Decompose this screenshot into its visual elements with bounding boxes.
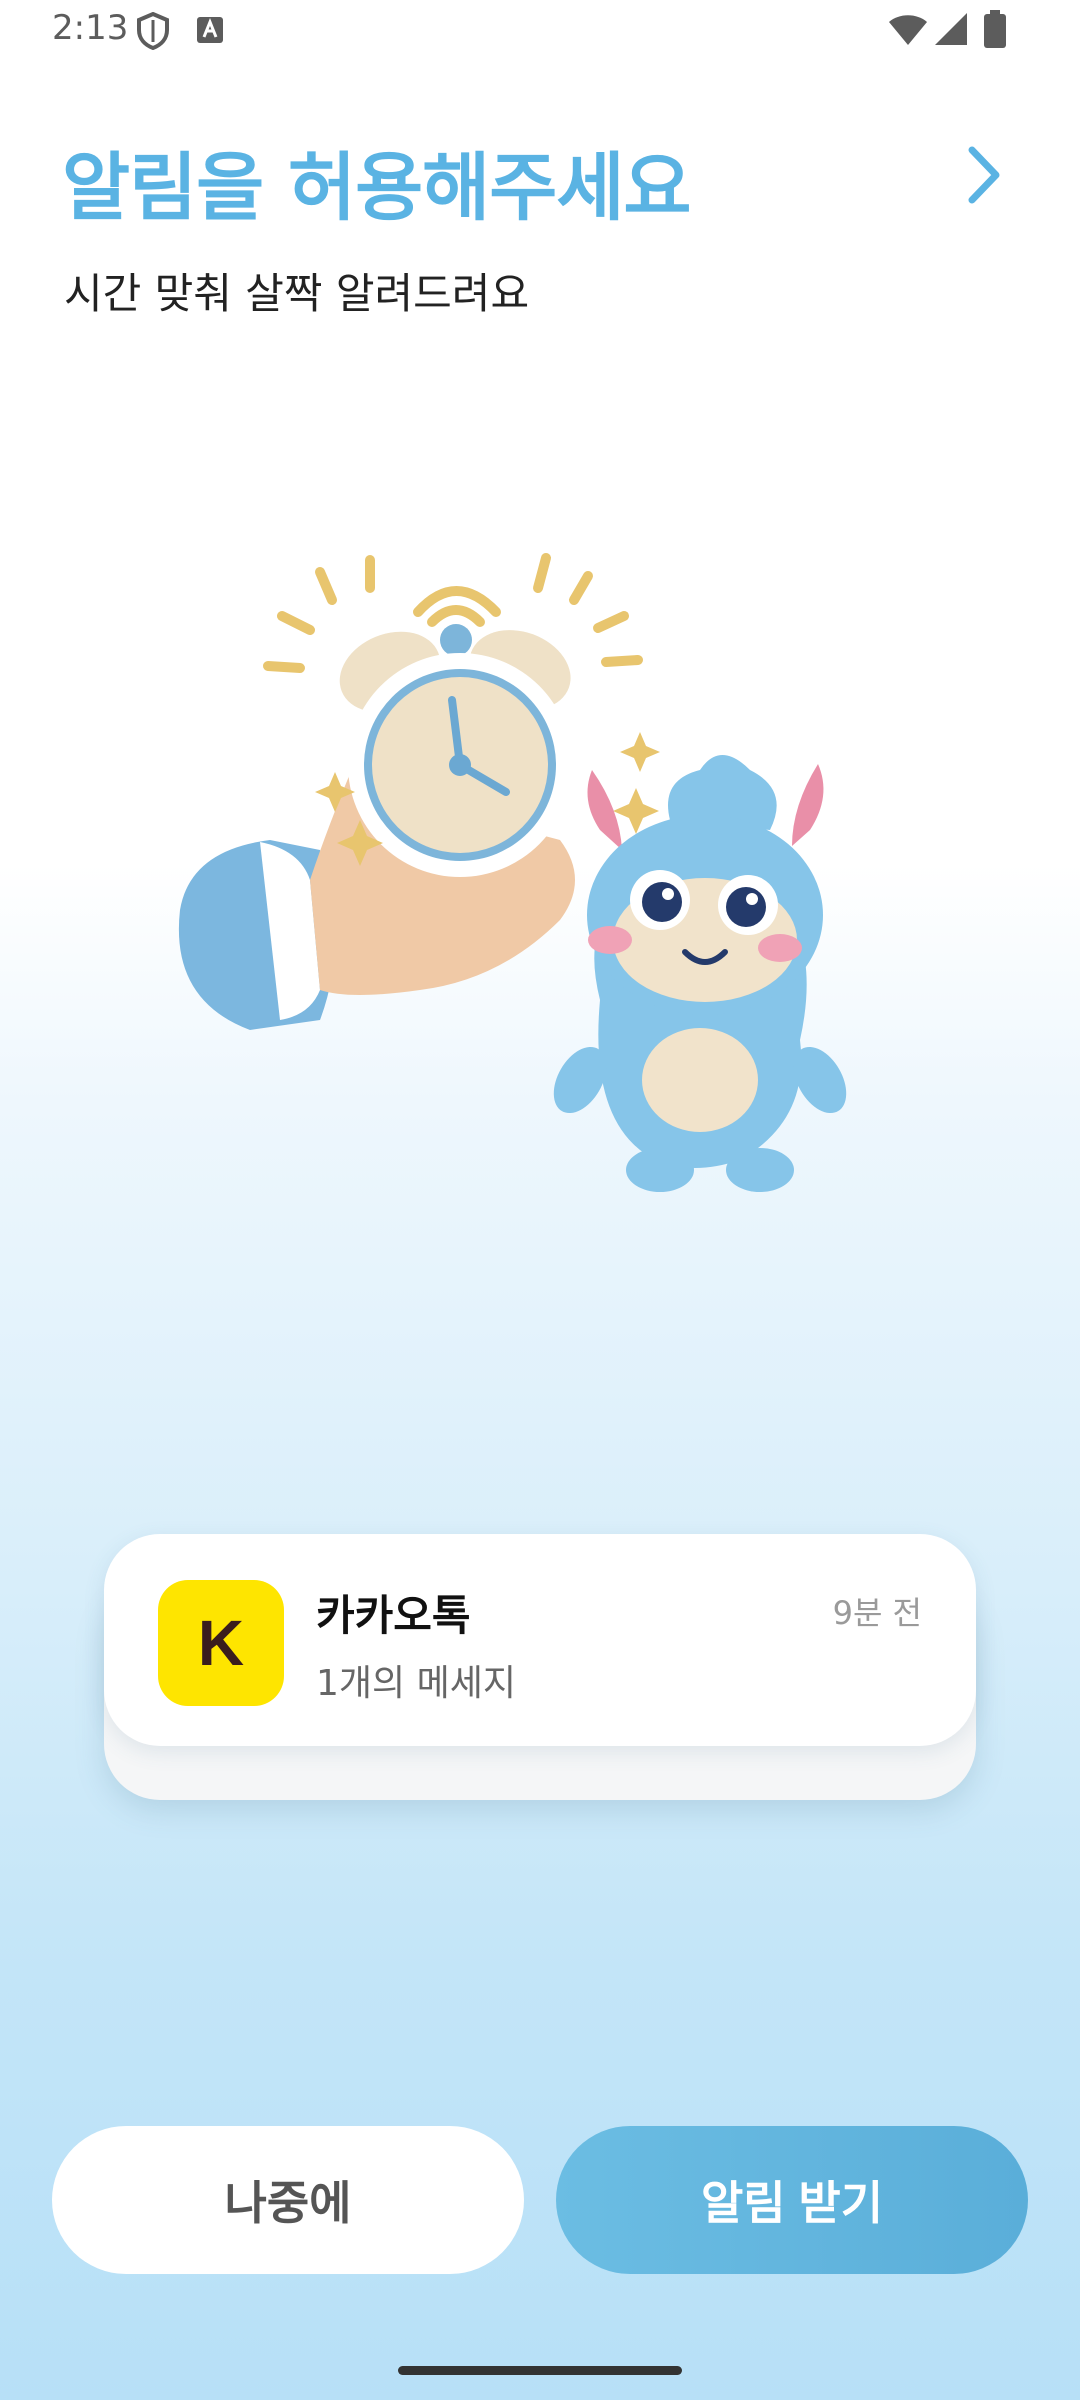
a-box-icon [196,16,224,48]
later-button[interactable]: 나중에 [52,2126,524,2274]
alarm-clock-mascot-illustration [160,520,900,1220]
wifi-icon [888,14,928,50]
notification-app-name: 카카오톡 [316,1591,471,1640]
status-bar: 2:13 [0,0,1080,64]
signal-icon [934,12,968,50]
shield-icon [136,11,170,54]
allow-notifications-button[interactable]: 알림 받기 [556,2126,1028,2274]
notification-message: 1개의 메세지 [316,1663,516,1704]
notification-card: K 카카오톡 9분 전 1개의 메세지 [104,1534,976,1746]
status-time: 2:13 [52,8,129,48]
page-subtitle: 시간 맞춰 살짝 알려드려요 [64,269,530,318]
chevron-right-icon[interactable] [960,140,1010,210]
home-indicator[interactable] [398,2366,682,2375]
page-title: 알림을 허용해주세요 [62,145,691,231]
kakaotalk-app-icon: K [158,1580,284,1706]
notification-time: 9분 전 [832,1594,922,1632]
battery-icon [984,10,1006,52]
